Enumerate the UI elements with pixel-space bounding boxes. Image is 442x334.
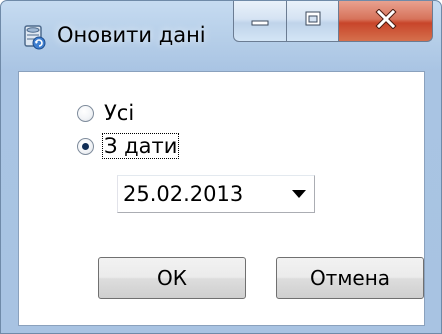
dialog-window: Оновити дані Усі З дати 25.02.2013 ОК От… [0, 0, 442, 334]
dialog-client-area: Усі З дати 25.02.2013 ОК Отмена [18, 71, 425, 326]
radio-from-date-label: З дати [101, 133, 180, 159]
window-title: Оновити дані [57, 23, 206, 47]
refresh-data-icon [21, 24, 47, 50]
date-picker[interactable]: 25.02.2013 [117, 175, 315, 213]
radio-all-label: Усі [104, 101, 135, 125]
chevron-down-icon[interactable] [292, 190, 306, 198]
radio-all[interactable] [77, 104, 94, 122]
date-value: 25.02.2013 [123, 182, 244, 206]
ok-button[interactable]: ОК [98, 257, 246, 299]
cancel-button[interactable]: Отмена [276, 257, 424, 299]
minimize-icon [250, 12, 270, 31]
minimize-button[interactable] [233, 1, 287, 42]
radio-from-date[interactable] [77, 137, 94, 155]
maximize-button[interactable] [287, 1, 339, 42]
close-icon [374, 8, 397, 33]
maximize-icon [303, 10, 323, 32]
radio-option-all[interactable]: Усі [77, 100, 135, 126]
close-button[interactable] [339, 1, 433, 42]
caption-buttons [233, 1, 433, 44]
radio-option-from-date[interactable]: З дати [77, 133, 180, 159]
title-bar[interactable]: Оновити дані [1, 1, 441, 71]
